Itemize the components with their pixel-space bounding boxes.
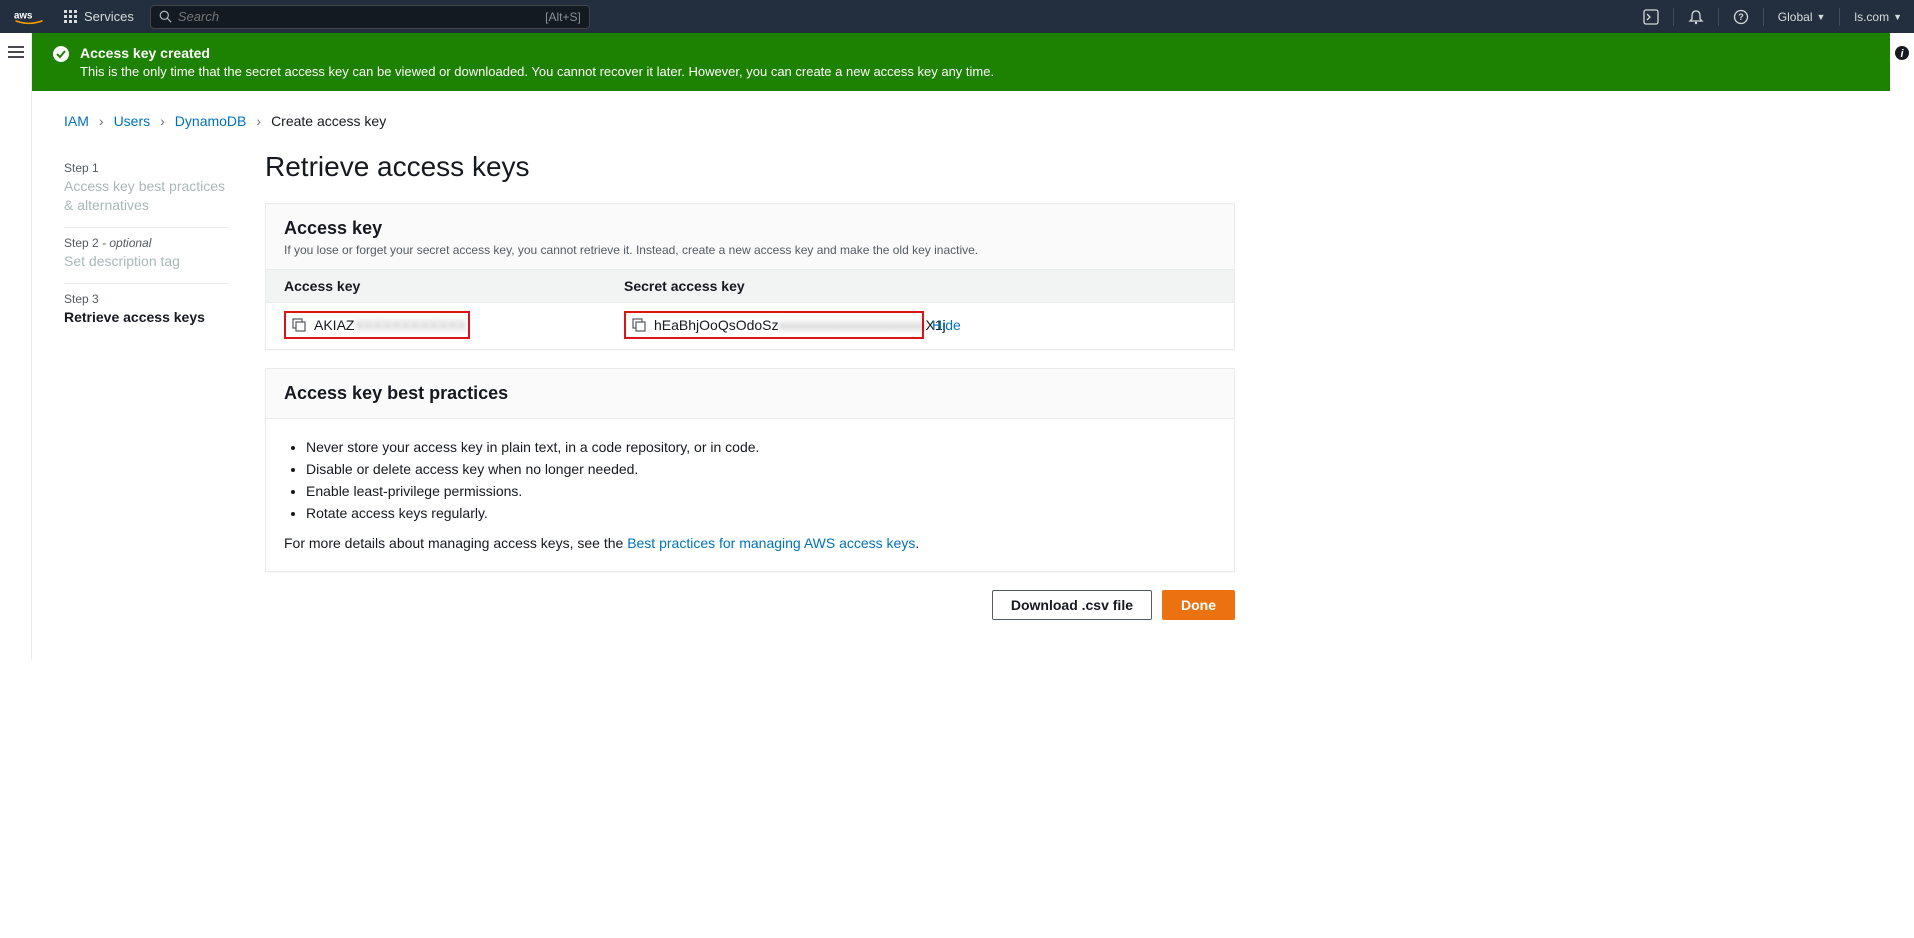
side-rail [0,33,32,660]
caret-down-icon: ▼ [1893,12,1902,22]
best-practices-link[interactable]: Best practices for managing AWS access k… [627,535,915,551]
top-navbar: aws Services [Alt+S] ? Global▼ ls.com▼ [0,0,1914,33]
breadcrumb-current: Create access key [271,113,386,129]
col-header-secret: Secret access key [606,270,1234,302]
key-row: AKIAZXXXXXXXXXXXX hEaBhjOoQsOdoSzxxxxxxx… [266,303,1234,349]
flash-title: Access key created [80,45,994,61]
info-rail: i [1890,33,1914,660]
access-key-heading: Access key [284,218,1216,239]
copy-icon[interactable] [292,318,306,332]
svg-text:?: ? [1738,12,1744,22]
secret-key-value: hEaBhjOoQsOdoSzxxxxxxxxxxxxxxxxxxxxxX1j [654,317,946,333]
best-practices-heading: Access key best practices [284,383,1216,404]
breadcrumb: IAM › Users › DynamoDB › Create access k… [64,99,1830,149]
done-button[interactable]: Done [1162,590,1235,620]
breadcrumb-users[interactable]: Users [114,113,151,129]
access-key-panel: Access key If you lose or forget your se… [265,203,1235,350]
best-practices-more: For more details about managing access k… [284,535,1216,551]
chevron-right-icon: › [256,113,261,129]
help-icon[interactable]: ? [1733,9,1749,25]
download-csv-button[interactable]: Download .csv file [992,590,1152,620]
access-key-cell: AKIAZXXXXXXXXXXXX [284,311,470,339]
search-kbd-hint: [Alt+S] [545,10,581,24]
best-practices-list: Never store your access key in plain tex… [284,439,1216,521]
search-icon [159,10,172,23]
breadcrumb-iam[interactable]: IAM [64,113,89,129]
secret-key-cell: hEaBhjOoQsOdoSzxxxxxxxxxxxxxxxxxxxxxX1j [624,311,924,339]
caret-down-icon: ▼ [1816,12,1825,22]
region-selector[interactable]: Global▼ [1778,10,1826,24]
flash-success: Access key created This is the only time… [32,33,1890,91]
flash-message: This is the only time that the secret ac… [80,64,994,79]
chevron-right-icon: › [160,113,165,129]
list-item: Rotate access keys regularly. [306,505,1216,521]
access-key-subtext: If you lose or forget your secret access… [284,243,1216,257]
services-menu[interactable]: Services [64,9,134,24]
list-item: Enable least-privilege permissions. [306,483,1216,499]
col-header-access-key: Access key [266,270,606,302]
wizard-steps: Step 1 Access key best practices & alter… [64,149,229,620]
account-menu[interactable]: ls.com▼ [1854,10,1902,24]
hide-secret-link[interactable]: Hide [932,317,961,333]
check-circle-icon [52,45,70,63]
services-label: Services [84,9,134,24]
notifications-icon[interactable] [1688,9,1704,25]
access-key-value: AKIAZXXXXXXXXXXXX [314,317,467,333]
hamburger-toggle[interactable] [8,45,24,59]
wizard-step-3[interactable]: Step 3 Retrieve access keys [64,284,229,339]
list-item: Never store your access key in plain tex… [306,439,1216,455]
search-input[interactable] [178,9,545,24]
best-practices-panel: Access key best practices Never store yo… [265,368,1235,572]
wizard-step-1[interactable]: Step 1 Access key best practices & alter… [64,153,229,228]
wizard-step-2[interactable]: Step 2 - optional Set description tag [64,228,229,284]
grid-icon [64,10,78,24]
list-item: Disable or delete access key when no lon… [306,461,1216,477]
page-title: Retrieve access keys [265,149,1235,203]
chevron-right-icon: › [99,113,104,129]
svg-text:aws: aws [14,10,33,21]
breadcrumb-dynamodb[interactable]: DynamoDB [175,113,247,129]
action-bar: Download .csv file Done [265,590,1235,620]
cloudshell-icon[interactable] [1643,9,1659,25]
info-icon[interactable]: i [1894,45,1910,61]
search-box[interactable]: [Alt+S] [150,5,590,29]
main-content: Retrieve access keys Access key If you l… [265,149,1235,620]
copy-icon[interactable] [632,318,646,332]
aws-logo[interactable]: aws [12,8,46,26]
